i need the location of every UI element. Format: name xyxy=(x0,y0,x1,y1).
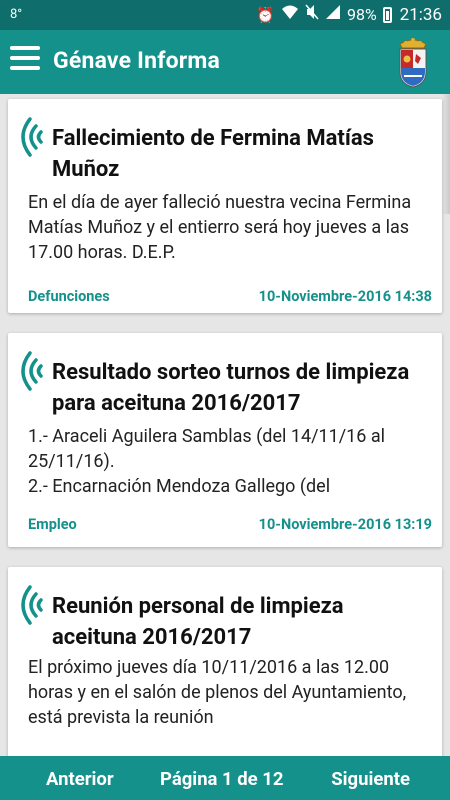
news-category: Empleo xyxy=(28,516,77,533)
news-excerpt: El próximo jueves día 10/11/2016 a las 1… xyxy=(28,657,407,728)
temperature-text: 8° xyxy=(10,7,23,22)
status-icons: ⏰ 98% 21:36 xyxy=(256,4,442,25)
broadcast-icon xyxy=(21,117,43,157)
mute-icon xyxy=(305,4,319,25)
next-button[interactable]: Siguiente xyxy=(331,768,410,790)
signal-icon xyxy=(325,4,341,25)
previous-button[interactable]: Anterior xyxy=(46,768,114,790)
news-date: 10-Noviembre-2016 13:19 xyxy=(258,516,432,533)
app-bar: Génave Informa xyxy=(0,30,450,94)
news-title: Resultado sorteo turnos de limpieza para… xyxy=(52,360,410,416)
broadcast-icon xyxy=(21,351,43,391)
coat-of-arms-logo xyxy=(399,38,427,88)
news-date: 10-Noviembre-2016 14:38 xyxy=(258,288,432,305)
app-title: Génave Informa xyxy=(53,47,221,74)
news-excerpt: 1.- Araceli Aguilera Samblas (del 14/11/… xyxy=(28,426,386,497)
wifi-icon xyxy=(281,4,299,25)
news-excerpt: En el día de ayer falleció nuestra vecin… xyxy=(28,192,412,263)
page-indicator: Página 1 de 12 xyxy=(160,768,284,790)
menu-icon[interactable] xyxy=(10,46,40,76)
news-category: Defunciones xyxy=(28,288,110,305)
battery-icon xyxy=(382,6,392,23)
news-list[interactable]: Fallecimiento de Fermina Matías Muñoz En… xyxy=(0,94,450,756)
news-card[interactable]: Reunión personal de limpieza aceituna 20… xyxy=(8,567,442,756)
broadcast-icon xyxy=(21,585,43,625)
status-bar: 8° ⏰ 98% 21:36 xyxy=(0,0,450,30)
alarm-icon: ⏰ xyxy=(256,5,275,24)
news-card[interactable]: Fallecimiento de Fermina Matías Muñoz En… xyxy=(8,99,442,313)
pagination-bar: Anterior Página 1 de 12 Siguiente xyxy=(0,756,450,800)
battery-percent: 98% xyxy=(346,5,377,24)
news-title: Reunión personal de limpieza aceituna 20… xyxy=(52,594,344,650)
news-card[interactable]: Resultado sorteo turnos de limpieza para… xyxy=(8,333,442,547)
news-title: Fallecimiento de Fermina Matías Muñoz xyxy=(52,126,374,182)
clock: 21:36 xyxy=(399,4,442,25)
